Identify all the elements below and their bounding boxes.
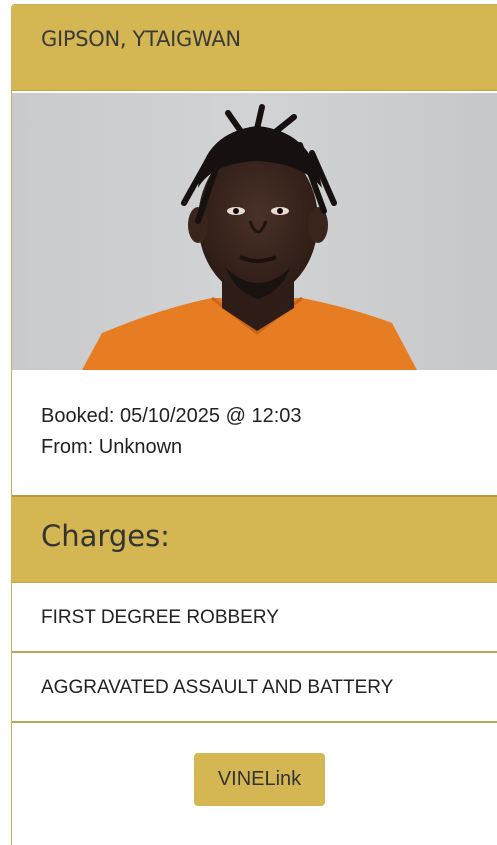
booked-from: From: Unknown (41, 436, 183, 458)
inmate-card: GIPSON, YTAIGWAN Booked: 05/10/2025 @ 12… (11, 4, 497, 845)
inmate-header: GIPSON, YTAIGWAN (12, 5, 497, 91)
inmate-name: GIPSON, YTAIGWAN (41, 27, 241, 51)
card-footer: VINELink (12, 725, 497, 845)
charge-item: AGGRAVATED ASSAULT AND BATTERY (12, 655, 497, 723)
charges-header: Charges: (12, 495, 497, 583)
charges-title: Charges: (41, 519, 170, 553)
booking-info: Booked: 05/10/2025 @ 12:03 From: Unknown (12, 371, 497, 496)
mugshot-photo (12, 93, 497, 370)
booked-date: Booked: 05/10/2025 @ 12:03 (41, 405, 302, 427)
charge-item: FIRST DEGREE ROBBERY (12, 585, 497, 653)
vinelink-button[interactable]: VINELink (194, 753, 325, 806)
